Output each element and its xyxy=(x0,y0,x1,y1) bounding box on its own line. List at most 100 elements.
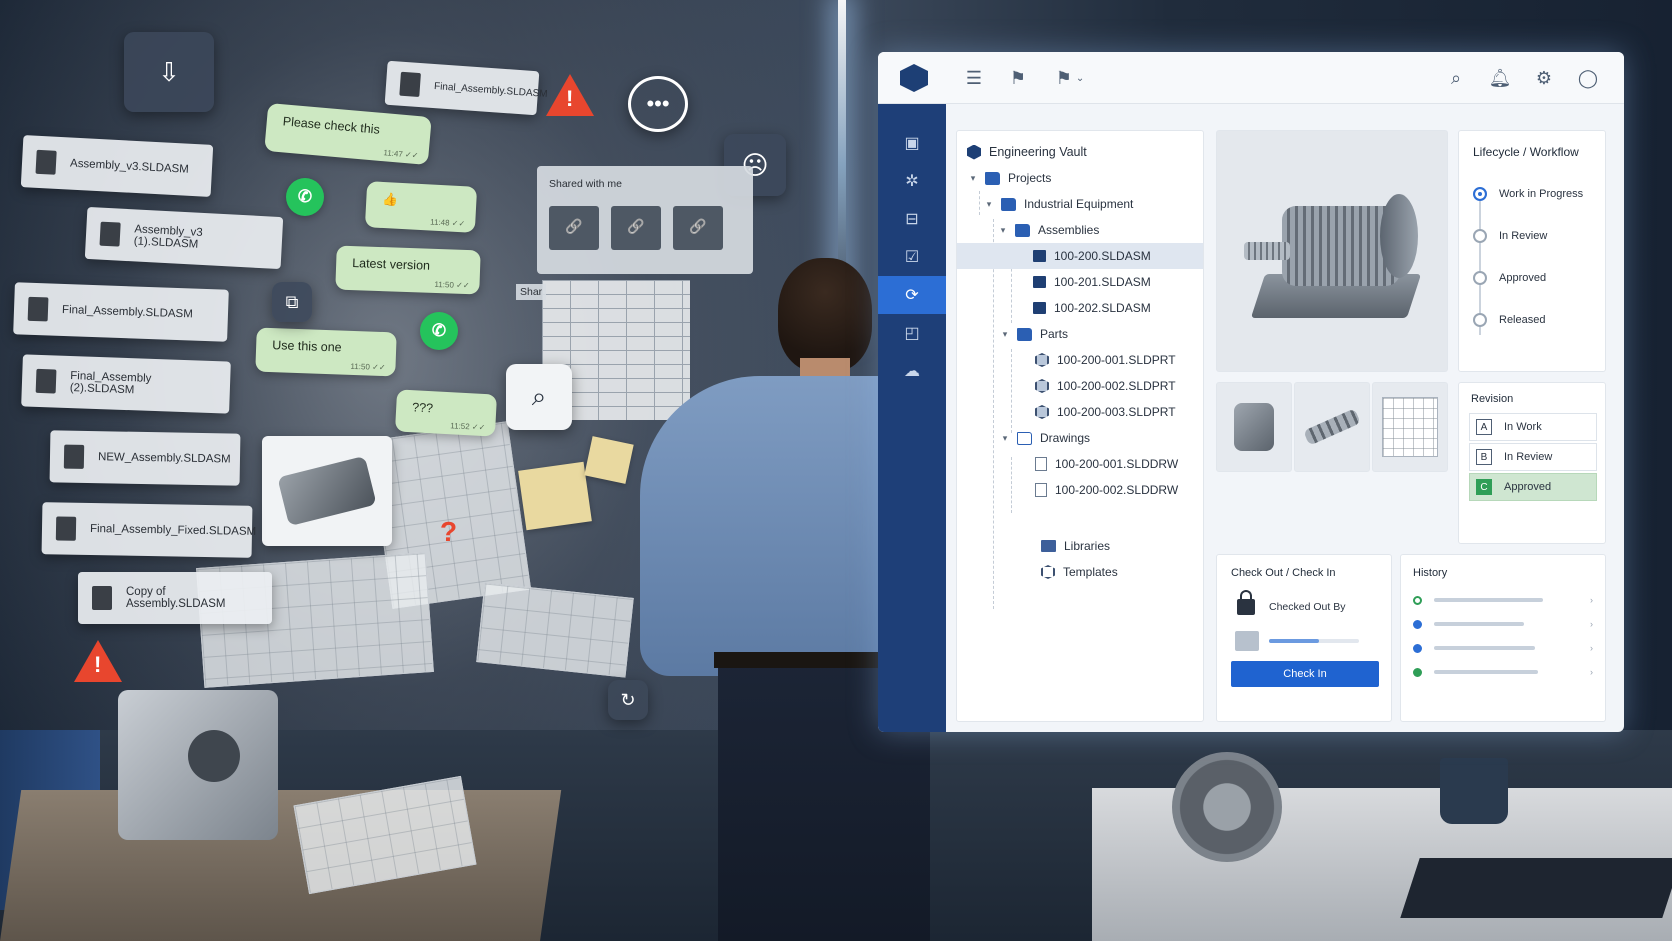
tree-item-part-file[interactable]: 100-200-003.SLDPRT xyxy=(957,399,1203,425)
user-icon[interactable]: ◯ xyxy=(1576,66,1600,90)
flag-dropdown-icon[interactable]: ⚑ ⌄ xyxy=(1050,66,1090,90)
file-name: Final_Assembly.SLDASM xyxy=(61,303,193,321)
app-logo-icon[interactable] xyxy=(900,64,928,92)
thumbnail-drawing[interactable] xyxy=(1372,382,1448,472)
history-status-icon xyxy=(1413,643,1422,653)
vault-tree: Engineering Vault ▾ Projects ▾ Industria… xyxy=(956,130,1204,722)
lifecycle-step[interactable]: In Review xyxy=(1473,229,1547,243)
drawing-file-icon xyxy=(1035,457,1047,471)
history-status-icon xyxy=(1413,619,1422,629)
chevron-right-icon[interactable]: › xyxy=(1590,643,1593,653)
chat-time: 11:52 ✓✓ xyxy=(450,421,486,433)
part-file-icon xyxy=(1035,405,1049,419)
drawing-file-icon xyxy=(1035,483,1047,497)
history-row[interactable]: › xyxy=(1413,617,1593,631)
sticky-note xyxy=(518,461,592,531)
file-icon xyxy=(35,149,57,175)
tree-item-asm-file[interactable]: 100-200.SLDASM xyxy=(957,243,1203,269)
search-icon[interactable]: ⌕ xyxy=(1444,66,1468,90)
checked-out-by-label: Checked Out By xyxy=(1269,601,1346,613)
part-shape xyxy=(277,455,377,527)
tree-label: Projects xyxy=(1008,171,1052,185)
radio-icon[interactable] xyxy=(1473,229,1487,243)
tree-label: 100-202.SLDASM xyxy=(1054,301,1151,315)
file-name: Assembly_v3 (1).SLDASM xyxy=(133,223,203,251)
tree-label: Templates xyxy=(1063,565,1118,579)
lifecycle-step[interactable]: Approved xyxy=(1473,271,1546,285)
sync-doc-icon[interactable]: ⟳ xyxy=(878,276,946,314)
history-bar xyxy=(1434,670,1538,674)
shared-partial-label: Shar xyxy=(516,284,547,300)
thumbnail-housing[interactable] xyxy=(1216,382,1292,472)
tree-item-drawing-file[interactable]: 100-200-002.SLDDRW xyxy=(957,477,1203,503)
chat-time: 11:48 ✓✓ xyxy=(429,217,466,229)
motor-shaft xyxy=(1244,242,1290,260)
thumbnail-shaft[interactable] xyxy=(1294,382,1370,472)
part-thumbnail-card xyxy=(262,436,392,546)
history-title: History xyxy=(1413,567,1448,579)
model-preview[interactable] xyxy=(1216,130,1448,372)
revision-row[interactable]: C Approved xyxy=(1469,473,1597,501)
tree-item-assemblies[interactable]: ▾ Assemblies xyxy=(957,217,1203,243)
checklist-icon[interactable]: ☑ xyxy=(878,238,946,276)
preview-icon[interactable]: ◰ xyxy=(878,314,946,352)
history-bar xyxy=(1434,646,1535,650)
folder-icon xyxy=(1015,223,1030,237)
chevron-down-icon[interactable]: ▾ xyxy=(999,329,1011,340)
history-row[interactable]: › xyxy=(1413,641,1593,655)
gear-icon[interactable]: ⚙ xyxy=(1532,66,1556,90)
chat-bubble: Use this one 11:50 ✓✓ xyxy=(255,327,397,377)
tree-item-drawings[interactable]: ▾ Drawings xyxy=(957,425,1203,451)
chat-text: 👍 xyxy=(382,191,399,207)
tree-item-root[interactable]: Engineering Vault xyxy=(957,139,1203,165)
history-status-icon xyxy=(1413,667,1422,677)
bell-icon[interactable]: 🔔︎ xyxy=(1488,66,1512,90)
chevron-down-icon[interactable]: ▾ xyxy=(999,433,1011,444)
chevron-right-icon[interactable]: › xyxy=(1590,667,1593,677)
component-icon[interactable]: ✲ xyxy=(878,162,946,200)
machined-part xyxy=(118,690,278,840)
pdm-window: ☰ ⚑ ⚑ ⌄ ⌕ 🔔︎ ⚙ ◯ ▣ ✲ ⊟ ☑ ⟳ ◰ ☁ Engineeri… xyxy=(878,52,1624,732)
tree-label: 100-200-003.SLDPRT xyxy=(1057,405,1176,419)
radio-active-icon[interactable] xyxy=(1473,187,1487,201)
tree-item-libraries[interactable]: Libraries xyxy=(957,533,1203,559)
chevron-down-icon[interactable]: ▾ xyxy=(997,225,1009,236)
history-row[interactable]: › xyxy=(1413,593,1593,607)
file-name: Assembly_v3.SLDASM xyxy=(69,157,190,176)
avatar xyxy=(1235,631,1259,651)
revision-row[interactable]: B In Review xyxy=(1469,443,1597,471)
chevron-down-icon[interactable]: ▾ xyxy=(967,173,979,184)
tree-item-asm-file[interactable]: 100-202.SLDASM xyxy=(957,295,1203,321)
package-icon[interactable]: ⊟ xyxy=(878,200,946,238)
history-row[interactable]: › xyxy=(1413,665,1593,679)
check-in-button[interactable]: Check In xyxy=(1231,661,1379,687)
file-card: Final_Assembly (2).SLDASM xyxy=(21,354,231,414)
menu-icon[interactable]: ☰ xyxy=(962,66,986,90)
chevron-right-icon[interactable]: › xyxy=(1590,595,1593,605)
radio-icon[interactable] xyxy=(1473,313,1487,327)
revision-row[interactable]: A In Work xyxy=(1469,413,1597,441)
lifecycle-step[interactable]: Work in Progress xyxy=(1473,187,1583,201)
tree-item-templates[interactable]: Templates xyxy=(957,559,1203,585)
flag-icon[interactable]: ⚑ xyxy=(1006,66,1030,90)
tree-label: Assemblies xyxy=(1038,223,1100,237)
assembly-file-icon xyxy=(1033,276,1046,288)
tree-item-projects[interactable]: ▾ Projects xyxy=(957,165,1203,191)
document-icon[interactable]: ▣ xyxy=(878,124,946,162)
tree-item-asm-file[interactable]: 100-201.SLDASM xyxy=(957,269,1203,295)
tree-item-drawing-file[interactable]: 100-200-001.SLDDRW xyxy=(957,451,1203,477)
tree-item-parts[interactable]: ▾ Parts xyxy=(957,321,1203,347)
tree-item-industrial-equipment[interactable]: ▾ Industrial Equipment xyxy=(957,191,1203,217)
radio-icon[interactable] xyxy=(1473,271,1487,285)
lifecycle-step[interactable]: Released xyxy=(1473,313,1545,327)
revision-label: Approved xyxy=(1504,481,1552,493)
tree-item-part-file[interactable]: 100-200-002.SLDPRT xyxy=(957,373,1203,399)
tree-item-part-file[interactable]: 100-200-001.SLDPRT xyxy=(957,347,1203,373)
revision-letter: C xyxy=(1476,479,1492,495)
motor-cap xyxy=(1380,194,1418,278)
assembly-file-icon xyxy=(1033,250,1046,262)
revision-panel: Revision A In Work B In Review C Approve… xyxy=(1458,382,1606,544)
chevron-right-icon[interactable]: › xyxy=(1590,619,1593,629)
settings-cloud-icon[interactable]: ☁ xyxy=(878,352,946,390)
chevron-down-icon[interactable]: ▾ xyxy=(983,199,995,210)
